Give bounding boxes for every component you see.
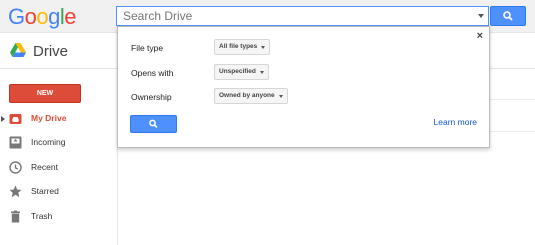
google-logo[interactable]: Google bbox=[8, 4, 77, 30]
sidebar-item-incoming[interactable]: Incoming bbox=[0, 132, 118, 154]
opens-with-label: Opens with bbox=[131, 68, 174, 78]
drive-title: Drive bbox=[33, 43, 69, 60]
search-box[interactable] bbox=[116, 6, 489, 26]
incoming-icon bbox=[9, 136, 22, 149]
new-button[interactable]: NEW bbox=[9, 84, 81, 103]
close-icon[interactable]: × bbox=[477, 30, 483, 42]
search-options-caret-icon[interactable] bbox=[478, 14, 484, 18]
chevron-down-icon bbox=[259, 71, 264, 74]
file-type-value: All file types bbox=[219, 43, 258, 50]
sidebar-item-label: My Drive bbox=[31, 113, 67, 123]
file-type-label: File type bbox=[131, 43, 164, 53]
star-icon bbox=[9, 185, 22, 198]
search-icon bbox=[149, 119, 158, 128]
chevron-down-icon bbox=[261, 46, 266, 49]
logo-letter: o bbox=[24, 4, 37, 29]
logo-letter: g bbox=[48, 4, 60, 29]
logo-letter: o bbox=[36, 4, 49, 29]
logo-letter: e bbox=[64, 4, 77, 29]
trash-icon bbox=[11, 210, 20, 223]
drive-page: Google Drive NEW bbox=[0, 0, 535, 245]
opens-with-value: Unspecified bbox=[219, 68, 256, 75]
search-options-popup: × File type All file types Opens with Un… bbox=[117, 26, 490, 148]
sidebar-item-my-drive[interactable]: My Drive bbox=[0, 108, 118, 130]
file-type-dropdown[interactable]: All file types bbox=[214, 39, 271, 55]
sidebar-item-label: Starred bbox=[31, 186, 59, 196]
opens-with-dropdown[interactable]: Unspecified bbox=[214, 64, 269, 80]
sidebar-item-recent[interactable]: Recent bbox=[0, 157, 118, 179]
sidebar-item-label: Trash bbox=[31, 211, 53, 221]
ownership-dropdown[interactable]: Owned by anyone bbox=[214, 88, 288, 104]
sidebar-item-label: Recent bbox=[31, 162, 58, 172]
sidebar-item-starred[interactable]: Starred bbox=[0, 181, 118, 203]
search-input[interactable] bbox=[123, 9, 463, 23]
chevron-down-icon bbox=[278, 95, 283, 98]
logo-letter: G bbox=[8, 4, 25, 29]
search-button[interactable] bbox=[490, 6, 526, 26]
advanced-search-button[interactable] bbox=[130, 115, 177, 133]
sidebar: NEW My Drive Incoming Recent Starred Tra… bbox=[0, 70, 118, 245]
ownership-label: Ownership bbox=[131, 92, 172, 102]
my-drive-icon bbox=[9, 114, 22, 124]
clock-icon bbox=[9, 161, 22, 174]
sidebar-item-label: Incoming bbox=[31, 137, 66, 147]
search-icon bbox=[503, 11, 513, 21]
sidebar-item-trash[interactable]: Trash bbox=[0, 206, 118, 228]
active-indicator-icon bbox=[1, 116, 5, 122]
learn-more-link[interactable]: Learn more bbox=[434, 117, 477, 127]
ownership-value: Owned by anyone bbox=[219, 92, 275, 99]
drive-logo-icon[interactable] bbox=[10, 43, 26, 57]
